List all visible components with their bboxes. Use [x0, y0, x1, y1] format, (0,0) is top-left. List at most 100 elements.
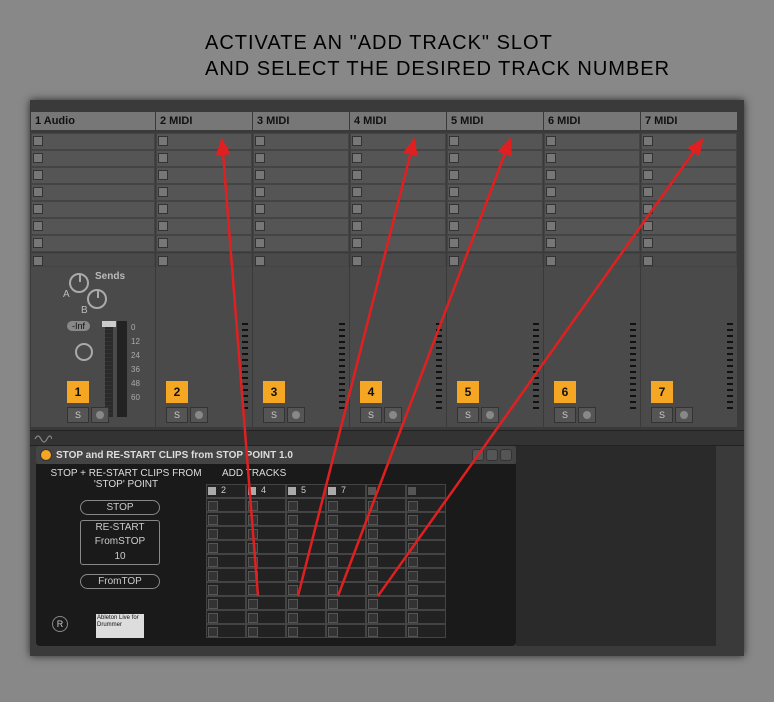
solo-button[interactable]: S: [263, 407, 285, 423]
add-track-slot-header[interactable]: 7: [326, 484, 366, 498]
track-activator-button[interactable]: 1: [67, 381, 89, 403]
clip-slot[interactable]: [31, 167, 155, 184]
clip-slot[interactable]: [544, 184, 640, 201]
clip-slot[interactable]: [31, 133, 155, 150]
add-track-cell[interactable]: [246, 554, 286, 568]
add-track-cell[interactable]: [206, 498, 246, 512]
add-track-cell[interactable]: [326, 582, 366, 596]
add-track-cell[interactable]: [406, 596, 446, 610]
add-track-cell[interactable]: [206, 526, 246, 540]
arm-button[interactable]: [190, 407, 208, 423]
clip-slot[interactable]: [641, 167, 737, 184]
add-track-slot-header[interactable]: [366, 484, 406, 498]
track-status-slot[interactable]: [156, 253, 252, 267]
add-track-cell[interactable]: [366, 526, 406, 540]
clip-slot[interactable]: [350, 167, 446, 184]
clip-slot[interactable]: [156, 218, 252, 235]
clip-slot[interactable]: [544, 218, 640, 235]
track-header[interactable]: 4 MIDI: [350, 112, 446, 130]
add-track-cell[interactable]: [206, 610, 246, 624]
clip-slot[interactable]: [641, 150, 737, 167]
clip-slot[interactable]: [447, 133, 543, 150]
offset-value[interactable]: 10: [80, 550, 160, 565]
device-power-icon[interactable]: [40, 449, 52, 461]
add-track-cell[interactable]: [366, 610, 406, 624]
device-help-icon[interactable]: [500, 449, 512, 461]
clip-slot[interactable]: [156, 235, 252, 252]
clip-slot[interactable]: [544, 235, 640, 252]
clip-slot[interactable]: [350, 184, 446, 201]
clip-slot[interactable]: [350, 133, 446, 150]
track-header[interactable]: 1 Audio: [31, 112, 155, 130]
clip-slot[interactable]: [350, 150, 446, 167]
pan-knob[interactable]: [75, 343, 93, 361]
add-track-cell[interactable]: [286, 624, 326, 638]
track-activator-button[interactable]: 3: [263, 381, 285, 403]
stop-button[interactable]: STOP: [80, 500, 160, 515]
view-divider[interactable]: [30, 430, 744, 446]
clip-slot[interactable]: [31, 218, 155, 235]
track-status-slot[interactable]: [447, 253, 543, 267]
clip-slot[interactable]: [350, 235, 446, 252]
clip-slot[interactable]: [156, 184, 252, 201]
add-track-cell[interactable]: [366, 582, 406, 596]
add-track-slot-header[interactable]: 4: [246, 484, 286, 498]
solo-button[interactable]: S: [651, 407, 673, 423]
add-track-cell[interactable]: [286, 554, 326, 568]
track-header[interactable]: 5 MIDI: [447, 112, 543, 130]
add-track-cell[interactable]: [246, 582, 286, 596]
track-activator-button[interactable]: 2: [166, 381, 188, 403]
solo-button[interactable]: S: [67, 407, 89, 423]
clip-slot[interactable]: [544, 133, 640, 150]
arm-button[interactable]: [481, 407, 499, 423]
clip-slot[interactable]: [544, 150, 640, 167]
fromstop-button[interactable]: FromSTOP: [80, 535, 160, 550]
clip-slot[interactable]: [544, 167, 640, 184]
clip-slot[interactable]: [156, 133, 252, 150]
add-track-cell[interactable]: [326, 624, 366, 638]
add-track-cell[interactable]: [326, 554, 366, 568]
arm-button[interactable]: [287, 407, 305, 423]
track-activator-button[interactable]: 5: [457, 381, 479, 403]
clip-slot[interactable]: [641, 133, 737, 150]
add-track-cell[interactable]: [286, 582, 326, 596]
send-b-knob[interactable]: [87, 289, 107, 309]
add-track-cell[interactable]: [286, 596, 326, 610]
add-track-cell[interactable]: [406, 610, 446, 624]
track-status-slot[interactable]: [641, 253, 737, 267]
add-track-cell[interactable]: [246, 540, 286, 554]
add-track-cell[interactable]: [366, 568, 406, 582]
clip-slot[interactable]: [447, 150, 543, 167]
clip-slot[interactable]: [641, 201, 737, 218]
device-collapse-icon[interactable]: [472, 449, 484, 461]
clip-slot[interactable]: [447, 184, 543, 201]
add-track-cell[interactable]: [286, 568, 326, 582]
add-track-cell[interactable]: [406, 512, 446, 526]
add-track-cell[interactable]: [286, 540, 326, 554]
add-track-cell[interactable]: [366, 596, 406, 610]
clip-slot[interactable]: [253, 201, 349, 218]
clip-slot[interactable]: [447, 167, 543, 184]
clip-slot[interactable]: [31, 184, 155, 201]
arm-button[interactable]: [578, 407, 596, 423]
add-track-cell[interactable]: [206, 624, 246, 638]
add-track-cell[interactable]: [406, 526, 446, 540]
clip-slot[interactable]: [447, 235, 543, 252]
add-track-cell[interactable]: [246, 526, 286, 540]
add-track-cell[interactable]: [406, 540, 446, 554]
clip-slot[interactable]: [31, 201, 155, 218]
add-track-slot-header[interactable]: [406, 484, 446, 498]
arm-button[interactable]: [675, 407, 693, 423]
add-track-cell[interactable]: [246, 568, 286, 582]
add-track-cell[interactable]: [246, 596, 286, 610]
clip-slot[interactable]: [350, 201, 446, 218]
add-track-cell[interactable]: [206, 512, 246, 526]
track-activator-button[interactable]: 4: [360, 381, 382, 403]
clip-slot[interactable]: [156, 167, 252, 184]
clip-slot[interactable]: [253, 150, 349, 167]
clip-slot[interactable]: [31, 150, 155, 167]
clip-slot[interactable]: [544, 201, 640, 218]
add-track-cell[interactable]: [246, 512, 286, 526]
add-track-cell[interactable]: [206, 554, 246, 568]
track-activator-button[interactable]: 7: [651, 381, 673, 403]
